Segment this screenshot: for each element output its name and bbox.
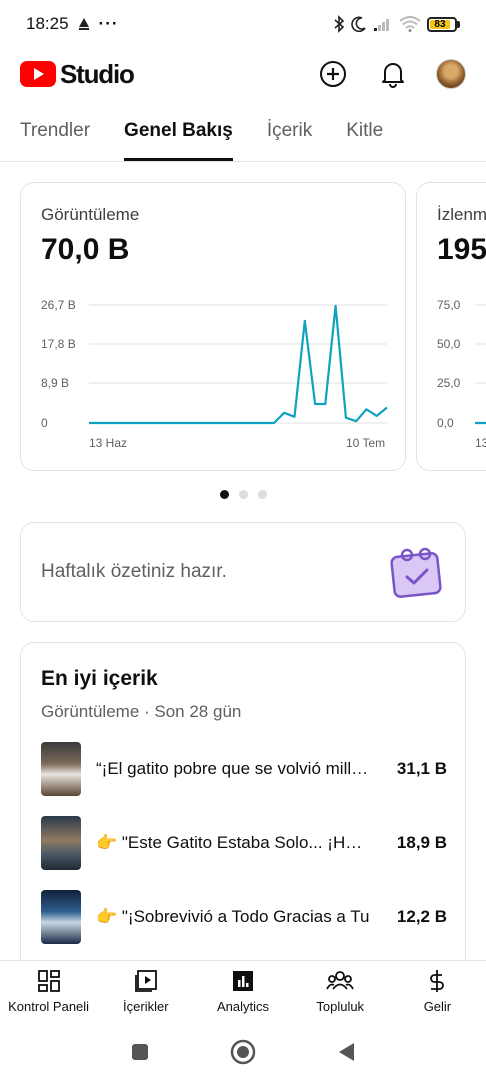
- y-tick-label: 75,0: [437, 298, 461, 312]
- content-icon: [134, 970, 157, 992]
- back-icon[interactable]: [336, 1041, 356, 1063]
- y-tick-label: 8,9 B: [41, 376, 69, 390]
- tab-overview[interactable]: Genel Bakış: [124, 106, 233, 161]
- dnd-moon-icon: [351, 16, 366, 32]
- home-icon[interactable]: [230, 1039, 256, 1065]
- top-content-item[interactable]: “¡El gatito pobre que se volvió millonar…: [41, 741, 447, 797]
- views-chart: 26,7 B 17,8 B 8,9 B 0 13 Haz 10 Tem: [41, 298, 388, 450]
- studio-logo[interactable]: Studio: [20, 58, 135, 90]
- calendar-check-icon: [390, 547, 442, 598]
- summary-text: Haftalık özetiniz hazır.: [41, 561, 227, 582]
- x-tick-label: 10 Tem: [346, 436, 385, 450]
- top-content-subtitle: Görüntüleme · Son 28 gün: [41, 702, 242, 721]
- bluetooth-icon: [334, 15, 345, 33]
- add-circle-icon: [320, 61, 346, 87]
- video-title: 👉 "Este Gatito Estaba Solo... ¡Hasta que: [96, 833, 371, 852]
- nav-label: Topluluk: [316, 999, 365, 1014]
- video-thumbnail: [41, 816, 81, 870]
- top-content-title: En iyi içerik: [41, 667, 158, 690]
- notification-icon: [78, 18, 89, 30]
- watch-time-chart: 75,0 50,0 25,0 0,0 13 Haz: [437, 298, 486, 450]
- video-title: “¡El gatito pobre que se volvió millonar…: [96, 759, 371, 778]
- top-content-card[interactable]: En iyi içerik Görüntüleme · Son 28 gün “…: [20, 642, 466, 960]
- video-views: 12,2 B: [396, 907, 447, 926]
- dashboard-icon: [37, 970, 60, 992]
- nav-dashboard[interactable]: Kontrol Paneli: [0, 961, 97, 1024]
- y-tick-label: 25,0: [437, 376, 461, 390]
- notifications-button[interactable]: [376, 57, 410, 91]
- x-tick-label: 13 Haz: [89, 436, 127, 450]
- y-tick-label: 50,0: [437, 337, 461, 351]
- system-nav-bar: [0, 1024, 486, 1080]
- y-tick-label: 26,7 B: [41, 298, 76, 312]
- nav-label: Analytics: [216, 999, 270, 1014]
- nav-analytics[interactable]: Analytics: [194, 961, 291, 1024]
- youtube-play-icon: [20, 61, 56, 87]
- video-title: 👉 "¡Sobrevivió a Todo Gracias a Tu: [96, 907, 370, 926]
- video-views: 18,9 B: [396, 833, 447, 852]
- earn-icon: [430, 970, 445, 992]
- y-tick-label: 0: [41, 416, 48, 430]
- video-thumbnail: [41, 742, 81, 796]
- nav-label: Gelir: [423, 999, 452, 1014]
- nav-label: Kontrol Paneli: [8, 999, 90, 1014]
- create-button[interactable]: [316, 57, 350, 91]
- logo-text: Studio: [60, 58, 135, 89]
- views-card[interactable]: Görüntüleme 70,0 B 26,7 B 17,8 B 8,9 B 0…: [20, 182, 406, 471]
- overview-content[interactable]: Görüntüleme 70,0 B 26,7 B 17,8 B 8,9 B 0…: [0, 162, 486, 960]
- bottom-nav: Kontrol Paneli İçerikler Analytics Toplu…: [0, 960, 486, 1024]
- nav-label: İçerikler: [123, 999, 169, 1014]
- signal-icon: [374, 19, 389, 31]
- wifi-icon: [399, 16, 421, 32]
- pager-dot[interactable]: [219, 490, 229, 499]
- video-views: 31,1 B: [396, 759, 447, 778]
- recents-icon[interactable]: [130, 1042, 150, 1062]
- top-content-item[interactable]: 👉 "Este Gatito Estaba Solo... ¡Hasta que…: [41, 815, 447, 871]
- weekly-summary-card[interactable]: Haftalık özetiniz hazır.: [20, 522, 466, 622]
- tab-trends[interactable]: Trendler: [20, 106, 90, 161]
- tab-audience[interactable]: Kitle: [346, 106, 383, 161]
- bell-icon: [382, 63, 404, 88]
- nav-earn[interactable]: Gelir: [389, 961, 486, 1024]
- top-content-item[interactable]: 👉 "¡Sobrevivió a Todo Gracias a Tu 12,2 …: [41, 889, 447, 945]
- series-line: [89, 304, 388, 425]
- pager-dot[interactable]: [257, 490, 267, 499]
- avatar[interactable]: [436, 59, 466, 89]
- watch-time-card[interactable]: İzlenme süresi 195 75,0 50,0 25,0 0,0 13…: [416, 182, 486, 471]
- battery-level: 83: [430, 19, 450, 29]
- y-tick-label: 0,0: [437, 416, 454, 430]
- carousel-pager: [0, 490, 486, 499]
- battery-icon: 83: [427, 16, 460, 32]
- analytics-icon: [233, 971, 253, 991]
- app-bar: Studio: [0, 48, 486, 100]
- y-tick-label: 17,8 B: [41, 337, 76, 351]
- pager-dot[interactable]: [238, 490, 248, 499]
- tab-content[interactable]: İçerik: [267, 106, 312, 161]
- community-icon: [326, 971, 355, 990]
- status-bar: 18:25 ··· 83: [0, 0, 486, 48]
- nav-community[interactable]: Topluluk: [292, 961, 389, 1024]
- status-time: 18:25: [26, 14, 69, 33]
- nav-content[interactable]: İçerikler: [97, 961, 194, 1024]
- video-thumbnail: [41, 890, 81, 944]
- x-tick-label: 13 Haz: [475, 436, 486, 450]
- status-overflow: ···: [98, 14, 119, 33]
- tab-bar: Trendler Genel Bakış İçerik Kitle: [0, 106, 486, 162]
